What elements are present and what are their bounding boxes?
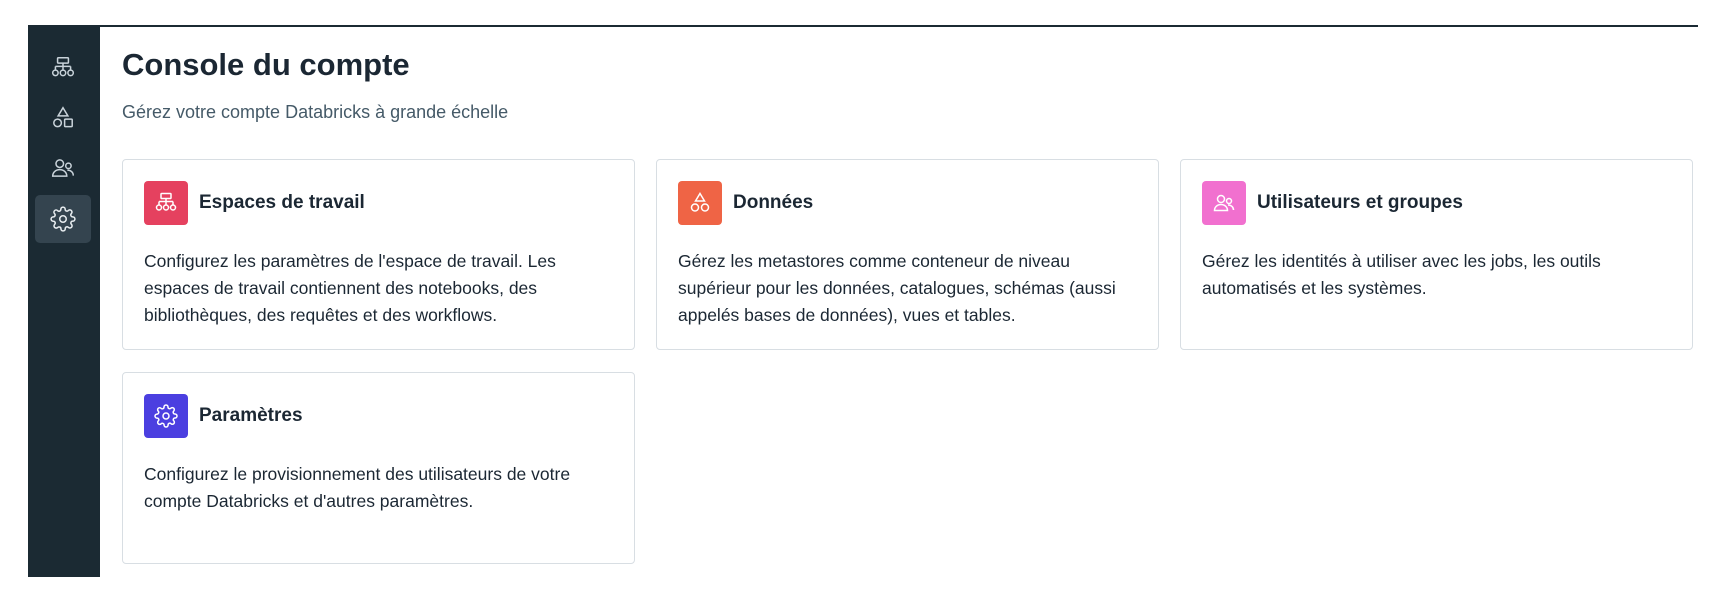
card-title: Données: [733, 192, 814, 213]
main-content: Console du compte Gérez votre compte Dat…: [100, 27, 1698, 577]
sidebar-item-workspaces[interactable]: [35, 44, 91, 92]
card-users-groups[interactable]: Utilisateurs et groupes Gérez les identi…: [1180, 159, 1693, 350]
card-workspaces[interactable]: Espaces de travail Configurez les paramè…: [122, 159, 635, 350]
card-title: Utilisateurs et groupes: [1257, 192, 1463, 213]
workspaces-icon: [51, 56, 75, 77]
page-title: Console du compte: [122, 47, 410, 82]
app-window: Console du compte Gérez votre compte Dat…: [28, 25, 1698, 577]
sidebar-item-settings[interactable]: [35, 195, 91, 243]
card-description: Configurez le provisionnement des utilis…: [144, 464, 571, 511]
users-icon: [1213, 194, 1235, 212]
card-title: Espaces de travail: [199, 192, 365, 213]
card-icon-settings: [144, 394, 188, 438]
data-shapes-icon: [53, 106, 73, 128]
card-data[interactable]: Données Gérez les metastores comme conte…: [656, 159, 1159, 350]
card-description: Gérez les metastores comme conteneur de …: [678, 251, 1116, 325]
sidebar-item-data[interactable]: [35, 94, 91, 142]
card-title: Paramètres: [199, 405, 303, 426]
card-icon-workspaces: [144, 181, 188, 225]
card-icon-data: [678, 181, 722, 225]
workspaces-icon: [155, 192, 177, 211]
data-shapes-icon: [690, 192, 710, 212]
sidebar-item-users[interactable]: [35, 144, 91, 192]
gear-icon: [50, 206, 76, 232]
sidebar: [28, 27, 100, 577]
page-subtitle: Gérez votre compte Databricks à grande é…: [122, 102, 509, 122]
card-description: Gérez les identités à utiliser avec les …: [1202, 251, 1601, 298]
card-settings[interactable]: Paramètres Configurez le provisionnement…: [122, 372, 635, 564]
card-description: Configurez les paramètres de l'espace de…: [144, 251, 556, 325]
gear-icon: [154, 404, 178, 428]
users-icon: [51, 159, 75, 177]
card-icon-users: [1202, 181, 1246, 225]
